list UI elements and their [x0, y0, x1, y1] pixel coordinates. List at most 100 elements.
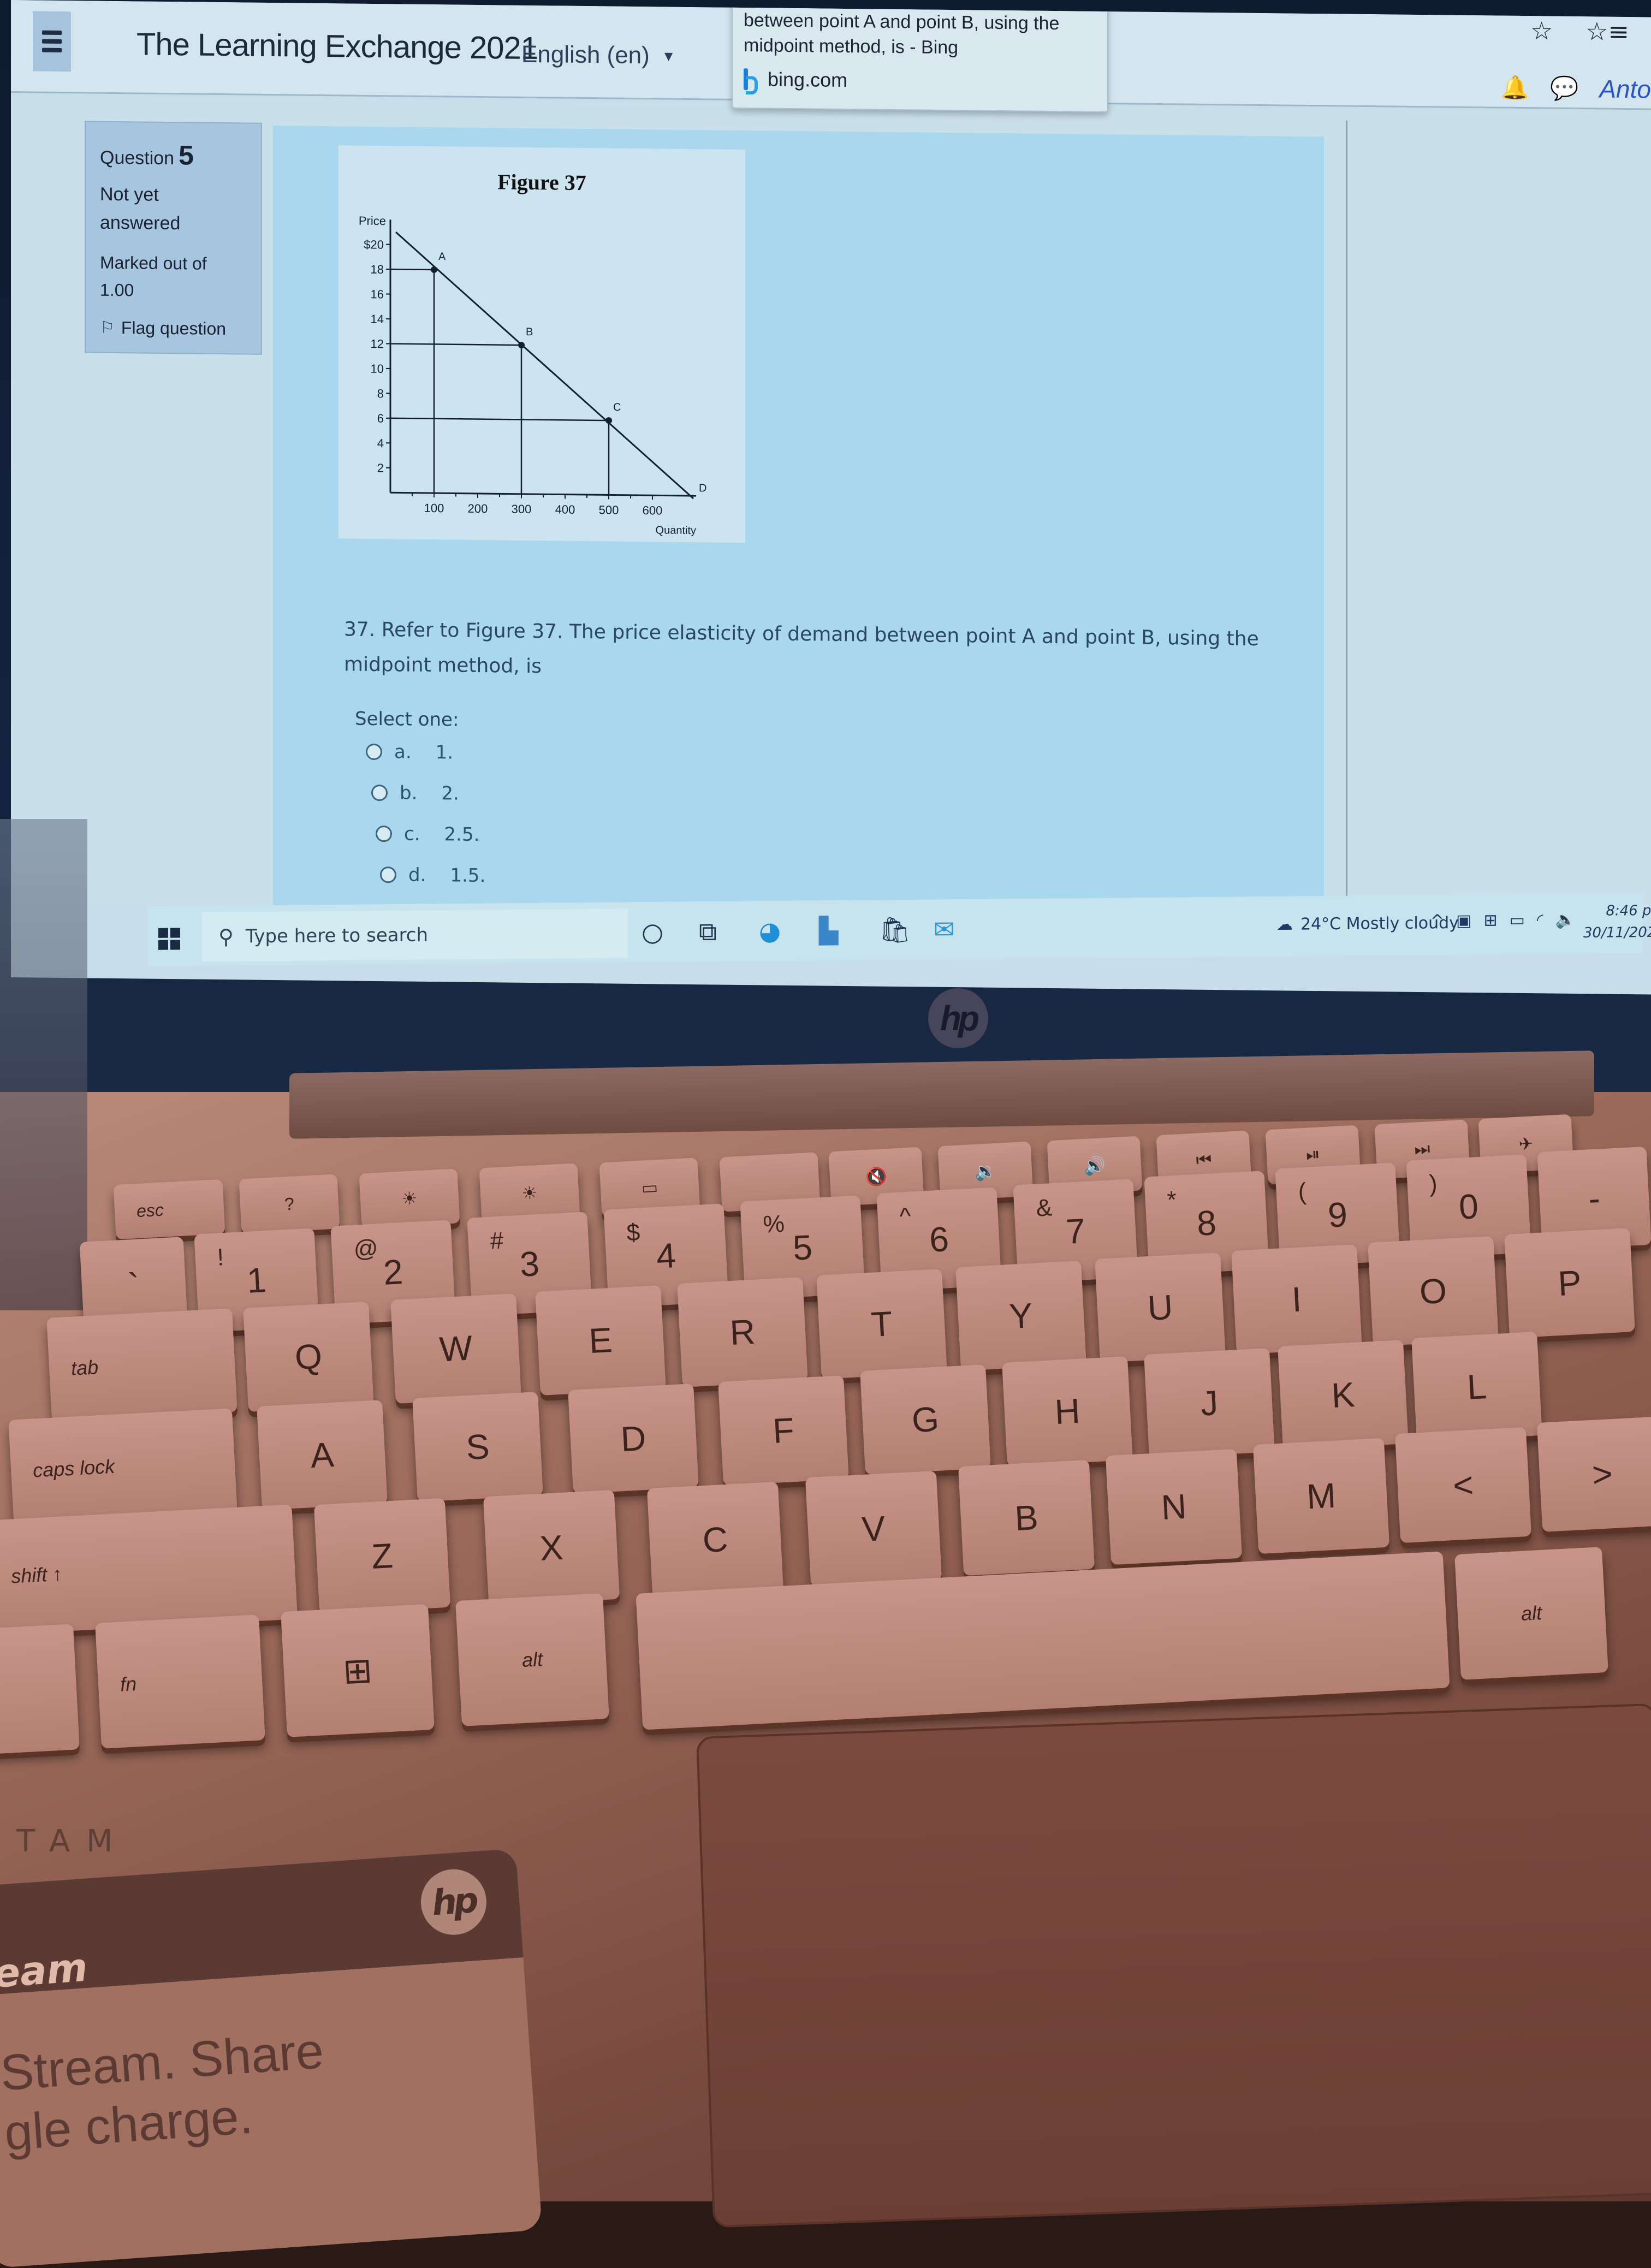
- key-label: G: [911, 1399, 940, 1441]
- key-k[interactable]: K: [1278, 1340, 1409, 1450]
- radio-button[interactable]: [366, 744, 382, 760]
- edge-browser-icon[interactable]: ◕: [759, 916, 781, 946]
- task-view-icon[interactable]: ⧉: [699, 917, 717, 947]
- airplane-mode-icon: ✈: [1518, 1133, 1534, 1154]
- key-label: K: [1331, 1374, 1356, 1416]
- key-m[interactable]: M: [1253, 1438, 1389, 1554]
- menu-toggle-button[interactable]: [33, 11, 71, 72]
- key-label: tab: [70, 1356, 99, 1380]
- language-selector[interactable]: English (en) ▼: [521, 41, 676, 70]
- key-y[interactable]: Y: [955, 1261, 1086, 1371]
- key-z[interactable]: Z: [314, 1498, 450, 1614]
- key-s[interactable]: S: [412, 1392, 543, 1502]
- bing-search-tooltip[interactable]: between point A and point B, using the m…: [732, 0, 1108, 112]
- key-n[interactable]: N: [1106, 1449, 1242, 1565]
- volume-icon[interactable]: 🔈: [1555, 910, 1576, 929]
- site-title[interactable]: The Learning Exchange 2021: [136, 26, 538, 67]
- key-j[interactable]: J: [1144, 1348, 1275, 1458]
- windows-start-button[interactable]: [158, 928, 180, 949]
- x-tick-label: 600: [643, 503, 663, 517]
- user-name-link[interactable]: Anto: [1599, 74, 1651, 104]
- key-f1[interactable]: ?: [239, 1174, 340, 1233]
- favorites-list-icon[interactable]: ☆≡: [1585, 16, 1629, 46]
- key-label: O: [1418, 1270, 1448, 1313]
- key-o[interactable]: O: [1368, 1236, 1499, 1346]
- key-i[interactable]: I: [1231, 1244, 1362, 1355]
- key-p[interactable]: P: [1504, 1228, 1635, 1338]
- key-x[interactable]: X: [483, 1490, 620, 1606]
- answer-option-c[interactable]: c. 2.5.: [376, 823, 479, 846]
- next-track-icon: ⏭: [1414, 1138, 1431, 1160]
- search-icon: ⚲: [218, 925, 234, 949]
- answer-option-a[interactable]: a. 1.: [366, 741, 453, 764]
- wifi-icon[interactable]: ◜: [1537, 911, 1543, 930]
- touchpad[interactable]: [696, 1703, 1651, 2228]
- app-tray-icon[interactable]: ⊞: [1484, 911, 1498, 930]
- key-b[interactable]: B: [958, 1460, 1095, 1576]
- key-d[interactable]: D: [568, 1384, 699, 1494]
- hamburger-icon: [42, 31, 62, 35]
- key-period[interactable]: >: [1537, 1416, 1651, 1532]
- messages-chat-icon[interactable]: 💬: [1550, 75, 1578, 103]
- key-w[interactable]: W: [390, 1293, 521, 1404]
- key-f2[interactable]: ☀: [359, 1168, 460, 1228]
- key-t[interactable]: T: [816, 1269, 947, 1379]
- key-c[interactable]: C: [647, 1482, 783, 1598]
- x-tick-label: 200: [468, 502, 488, 515]
- battery-icon[interactable]: ▭: [1510, 911, 1525, 930]
- key-q[interactable]: Q: [243, 1302, 374, 1412]
- key-r[interactable]: R: [677, 1277, 808, 1387]
- key-e[interactable]: E: [535, 1285, 666, 1396]
- microsoft-store-icon[interactable]: 🛍: [879, 915, 911, 946]
- mail-icon[interactable]: ✉: [934, 915, 955, 944]
- key-u[interactable]: U: [1095, 1252, 1226, 1363]
- key-label: U: [1147, 1287, 1174, 1328]
- sticker-tagline: Stream. Share gle charge.: [0, 2021, 330, 2163]
- key-label: M: [1305, 1475, 1337, 1517]
- clock-date: 30/11/2021: [1583, 922, 1651, 944]
- key-l[interactable]: L: [1411, 1332, 1542, 1442]
- y-tick-label: 12: [371, 337, 384, 351]
- key-fn[interactable]: fn: [95, 1614, 265, 1748]
- key-label: A: [310, 1434, 335, 1476]
- flag-question-button[interactable]: ⚐ Flag question: [100, 318, 247, 340]
- guide-line-horizontal: [390, 269, 434, 270]
- option-value: 1.5.: [450, 864, 485, 887]
- key-alt-left[interactable]: alt: [455, 1593, 609, 1726]
- key-h[interactable]: H: [1002, 1356, 1133, 1467]
- file-explorer-icon[interactable]: ▙: [819, 916, 838, 945]
- answer-option-d[interactable]: d. 1.5.: [380, 864, 485, 887]
- cortana-icon[interactable]: ○: [642, 917, 663, 947]
- add-favorite-icon[interactable]: ☆: [1530, 16, 1553, 45]
- key-v[interactable]: V: [805, 1471, 942, 1587]
- taskbar-search-box[interactable]: ⚲ Type here to search: [202, 909, 628, 961]
- flag-question-label: Flag question: [121, 318, 226, 339]
- key-f[interactable]: F: [718, 1375, 849, 1486]
- radio-button[interactable]: [380, 866, 396, 883]
- brightness-up-icon: ☀: [521, 1182, 538, 1203]
- meet-now-icon[interactable]: ▣: [1456, 911, 1471, 930]
- key-label: 7: [1065, 1210, 1086, 1252]
- key-label: R: [729, 1311, 756, 1353]
- key-g[interactable]: G: [860, 1364, 991, 1475]
- y-tick-label: 8: [377, 387, 384, 400]
- taskbar-clock[interactable]: 8:46 pm 30/11/2021: [1583, 900, 1651, 944]
- radio-button[interactable]: [371, 785, 388, 801]
- key-ctrl[interactable]: trl: [0, 1624, 80, 1755]
- key-label: caps lock: [32, 1455, 115, 1482]
- key-caps-lock[interactable]: caps lock: [8, 1408, 237, 1523]
- notification-bell-icon[interactable]: 🔔: [1501, 74, 1529, 102]
- key-label: E: [588, 1320, 614, 1361]
- radio-button[interactable]: [376, 826, 392, 842]
- answer-option-b[interactable]: b. 2.: [371, 782, 459, 805]
- key-a[interactable]: A: [257, 1400, 388, 1510]
- figure-37: Figure 37 PriceQuantity24681012141618$20…: [338, 145, 745, 543]
- key-shift-label: ^: [899, 1203, 911, 1231]
- key-comma[interactable]: <: [1395, 1427, 1531, 1543]
- key-alt-right[interactable]: alt: [1454, 1547, 1608, 1680]
- show-hidden-icons-chevron-icon[interactable]: ^: [1430, 911, 1444, 930]
- key-windows[interactable]: ⊞: [281, 1604, 435, 1737]
- key-tab[interactable]: tab: [46, 1308, 237, 1422]
- state-line-1: Not yet: [100, 180, 247, 210]
- key-esc[interactable]: esc: [114, 1179, 225, 1239]
